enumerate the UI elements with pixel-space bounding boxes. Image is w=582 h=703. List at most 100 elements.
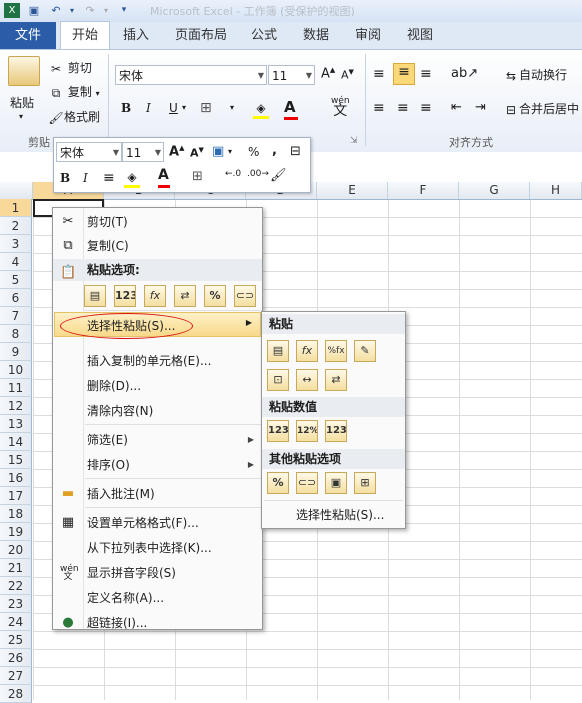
row-header[interactable]: 10 (0, 361, 32, 379)
align-center-icon[interactable]: ≡ (397, 100, 409, 116)
row-header[interactable]: 25 (0, 631, 32, 649)
undo-dropdown-icon[interactable]: ▾ (64, 3, 80, 18)
paste-icon[interactable]: ▤ (267, 340, 289, 362)
save-icon[interactable]: ▣ (26, 3, 42, 18)
row-header[interactable]: 7 (0, 307, 32, 325)
menu-item-define-name[interactable]: 定义名称(A)... (53, 586, 262, 610)
menu-item-copy[interactable]: ⧉ 复制(C) (53, 234, 262, 258)
mini-increase-decimal-icon[interactable]: ←.0 (225, 169, 241, 179)
row-header[interactable]: 14 (0, 433, 32, 451)
row-header[interactable]: 13 (0, 415, 32, 433)
tab-file[interactable]: 文件 (0, 22, 56, 49)
redo-dropdown-icon[interactable]: ▾ (98, 3, 114, 18)
paste-keep-column-width-icon[interactable]: ↔ (296, 369, 318, 391)
italic-button[interactable]: I (146, 101, 151, 115)
submenu-item-paste-special[interactable]: 选择性粘贴(S)... (262, 503, 405, 527)
menu-item-hyperlink[interactable]: ● 超链接(I)... (53, 611, 262, 635)
menu-item-delete[interactable]: 删除(D)... (53, 374, 262, 398)
bold-button[interactable]: B (121, 101, 131, 115)
row-header[interactable]: 18 (0, 505, 32, 523)
orientation-icon[interactable]: ab↗ (451, 66, 478, 81)
tab-view[interactable]: 视图 (396, 22, 444, 49)
row-header[interactable]: 17 (0, 487, 32, 505)
row-header[interactable]: 2 (0, 217, 32, 235)
mini-percent-button[interactable]: % (248, 145, 259, 159)
align-middle-icon[interactable]: ≡ (393, 63, 415, 85)
row-header[interactable]: 9 (0, 343, 32, 361)
paste-values-icon[interactable]: 123 (267, 420, 289, 442)
column-header[interactable]: F (388, 182, 459, 199)
row-header[interactable]: 11 (0, 379, 32, 397)
row-header[interactable]: 12 (0, 397, 32, 415)
mini-merge-icon[interactable]: ⊟ (290, 144, 301, 159)
paste-values-number-format-icon[interactable]: 12% (296, 420, 318, 442)
paste-formulas-icon[interactable]: fx (296, 340, 318, 362)
copy-button[interactable]: ⧉ 复制 ▾ (48, 83, 100, 101)
mini-format-painter-icon[interactable]: 🖌 (270, 168, 287, 183)
menu-item-insert-comment[interactable]: ▬ 插入批注(M) (53, 482, 262, 506)
menu-item-clear[interactable]: 清除内容(N) (53, 399, 262, 423)
paste-linked-picture-icon[interactable]: ⊞ (354, 472, 376, 494)
fill-color-button[interactable]: ◈ (253, 100, 269, 119)
mini-grow-font-icon[interactable]: A▲ (169, 144, 184, 159)
paste-option-link-icon[interactable]: ⊂⊃ (234, 285, 256, 307)
menu-item-cut[interactable]: ✂ 剪切(T) (53, 210, 262, 234)
row-header[interactable]: 24 (0, 613, 32, 631)
font-name-combo[interactable]: 宋体 ▼ (115, 65, 267, 85)
decrease-indent-icon[interactable]: ⇤ (451, 100, 462, 115)
mini-bold-button[interactable]: B (60, 171, 70, 185)
row-header[interactable]: 16 (0, 469, 32, 487)
row-header[interactable]: 4 (0, 253, 32, 271)
menu-item-sort[interactable]: 排序(O) ▶ (53, 453, 262, 477)
paste-button[interactable]: 粘贴 (10, 94, 34, 111)
format-painter-button[interactable]: 🖌格式刷 (48, 108, 100, 126)
tab-insert[interactable]: 插入 (112, 22, 160, 49)
align-bottom-icon[interactable]: ≡ (420, 66, 432, 82)
grow-font-button[interactable]: A▲ (321, 66, 335, 81)
font-size-combo[interactable]: 11 ▼ (268, 65, 315, 85)
align-left-icon[interactable]: ≡ (373, 100, 385, 116)
mini-accounting-dropdown-icon[interactable]: ▾ (228, 147, 232, 156)
menu-item-insert-copied[interactable]: 插入复制的单元格(E)... (53, 349, 262, 373)
mini-center-icon[interactable]: ≡ (103, 170, 115, 186)
merge-center-button[interactable]: ⊟ 合并后居中 (503, 100, 579, 118)
row-header[interactable]: 21 (0, 559, 32, 577)
row-header[interactable]: 8 (0, 325, 32, 343)
customize-qa-icon[interactable]: ▾ (116, 3, 132, 18)
mini-font-color-button[interactable]: A (158, 167, 170, 188)
font-dialog-launcher-icon[interactable]: ⇲ (350, 136, 358, 146)
menu-item-phonetic[interactable]: wén 文显示拼音字段(S) (53, 561, 262, 585)
mini-decrease-decimal-icon[interactable]: .00→ (247, 169, 269, 179)
undo-icon[interactable]: ↶ (48, 3, 64, 18)
paste-option-formulas-icon[interactable]: fx (144, 285, 166, 307)
redo-icon[interactable]: ↷ (82, 3, 98, 18)
mini-shrink-font-icon[interactable]: A▼ (190, 146, 204, 160)
column-header[interactable]: H (530, 182, 582, 199)
row-header[interactable]: 3 (0, 235, 32, 253)
row-header[interactable]: 22 (0, 577, 32, 595)
paste-formulas-number-format-icon[interactable]: %fx (325, 340, 347, 362)
paste-keep-source-format-icon[interactable]: ✎ (354, 340, 376, 362)
row-header[interactable]: 20 (0, 541, 32, 559)
paste-values-source-format-icon[interactable]: 123 (325, 420, 347, 442)
tab-review[interactable]: 审阅 (344, 22, 392, 49)
mini-accounting-icon[interactable]: ▣ (212, 144, 224, 159)
paste-icon[interactable] (8, 56, 40, 86)
paste-picture-icon[interactable]: ▣ (325, 472, 347, 494)
paste-option-default-icon[interactable]: ▤ (84, 285, 106, 307)
row-header[interactable]: 6 (0, 289, 32, 307)
row-header[interactable]: 5 (0, 271, 32, 289)
menu-item-pick-list[interactable]: 从下拉列表中选择(K)... (53, 536, 262, 560)
menu-item-format-cells[interactable]: ▦ 设置单元格格式(F)... (53, 511, 262, 535)
cut-button[interactable]: ✂ 剪切 (48, 59, 92, 77)
font-color-button[interactable]: A (284, 98, 298, 120)
underline-dropdown-icon[interactable]: ▾ (182, 103, 186, 112)
paste-formatting-icon[interactable]: % (267, 472, 289, 494)
row-header[interactable]: 26 (0, 649, 32, 667)
tab-home[interactable]: 开始 (60, 21, 110, 51)
column-header[interactable]: G (459, 182, 530, 199)
row-header[interactable]: 19 (0, 523, 32, 541)
mini-border-icon[interactable]: ⊞ (192, 169, 203, 184)
border-icon[interactable]: ⊞ (200, 100, 212, 116)
border-dropdown-icon[interactable]: ▾ (230, 103, 234, 112)
